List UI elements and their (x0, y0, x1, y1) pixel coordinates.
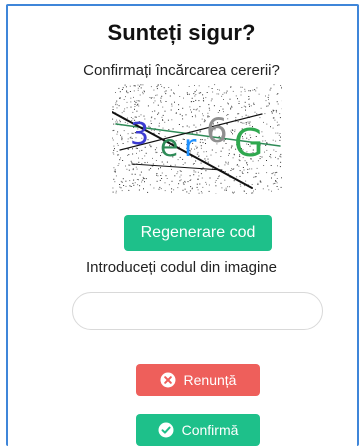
captcha-char-5: G (234, 121, 263, 165)
dialog-subtitle: Confirmați încărcarea cererii? (83, 62, 280, 79)
captcha-char-4: 6 (206, 111, 228, 151)
check-circle-icon (158, 422, 174, 438)
captcha-image: 3 e r 6 G (112, 84, 282, 194)
dialog-title: Sunteți sigur? (107, 20, 256, 45)
confirm-button[interactable]: Confirmă (136, 414, 260, 446)
captcha-char-2: e (160, 129, 178, 164)
cancel-button[interactable]: Renunță (136, 364, 260, 396)
captcha-char-3: r (184, 129, 197, 164)
captcha-char-1: 3 (130, 117, 149, 152)
cancel-button-label: Renunță (183, 372, 237, 388)
close-circle-icon (160, 372, 176, 388)
regenerate-code-button[interactable]: Regenerare cod (124, 215, 272, 251)
captcha-code-input[interactable] (72, 292, 323, 330)
confirm-button-label: Confirmă (181, 422, 239, 438)
code-field-label: Introduceți codul din imagine (86, 259, 277, 276)
